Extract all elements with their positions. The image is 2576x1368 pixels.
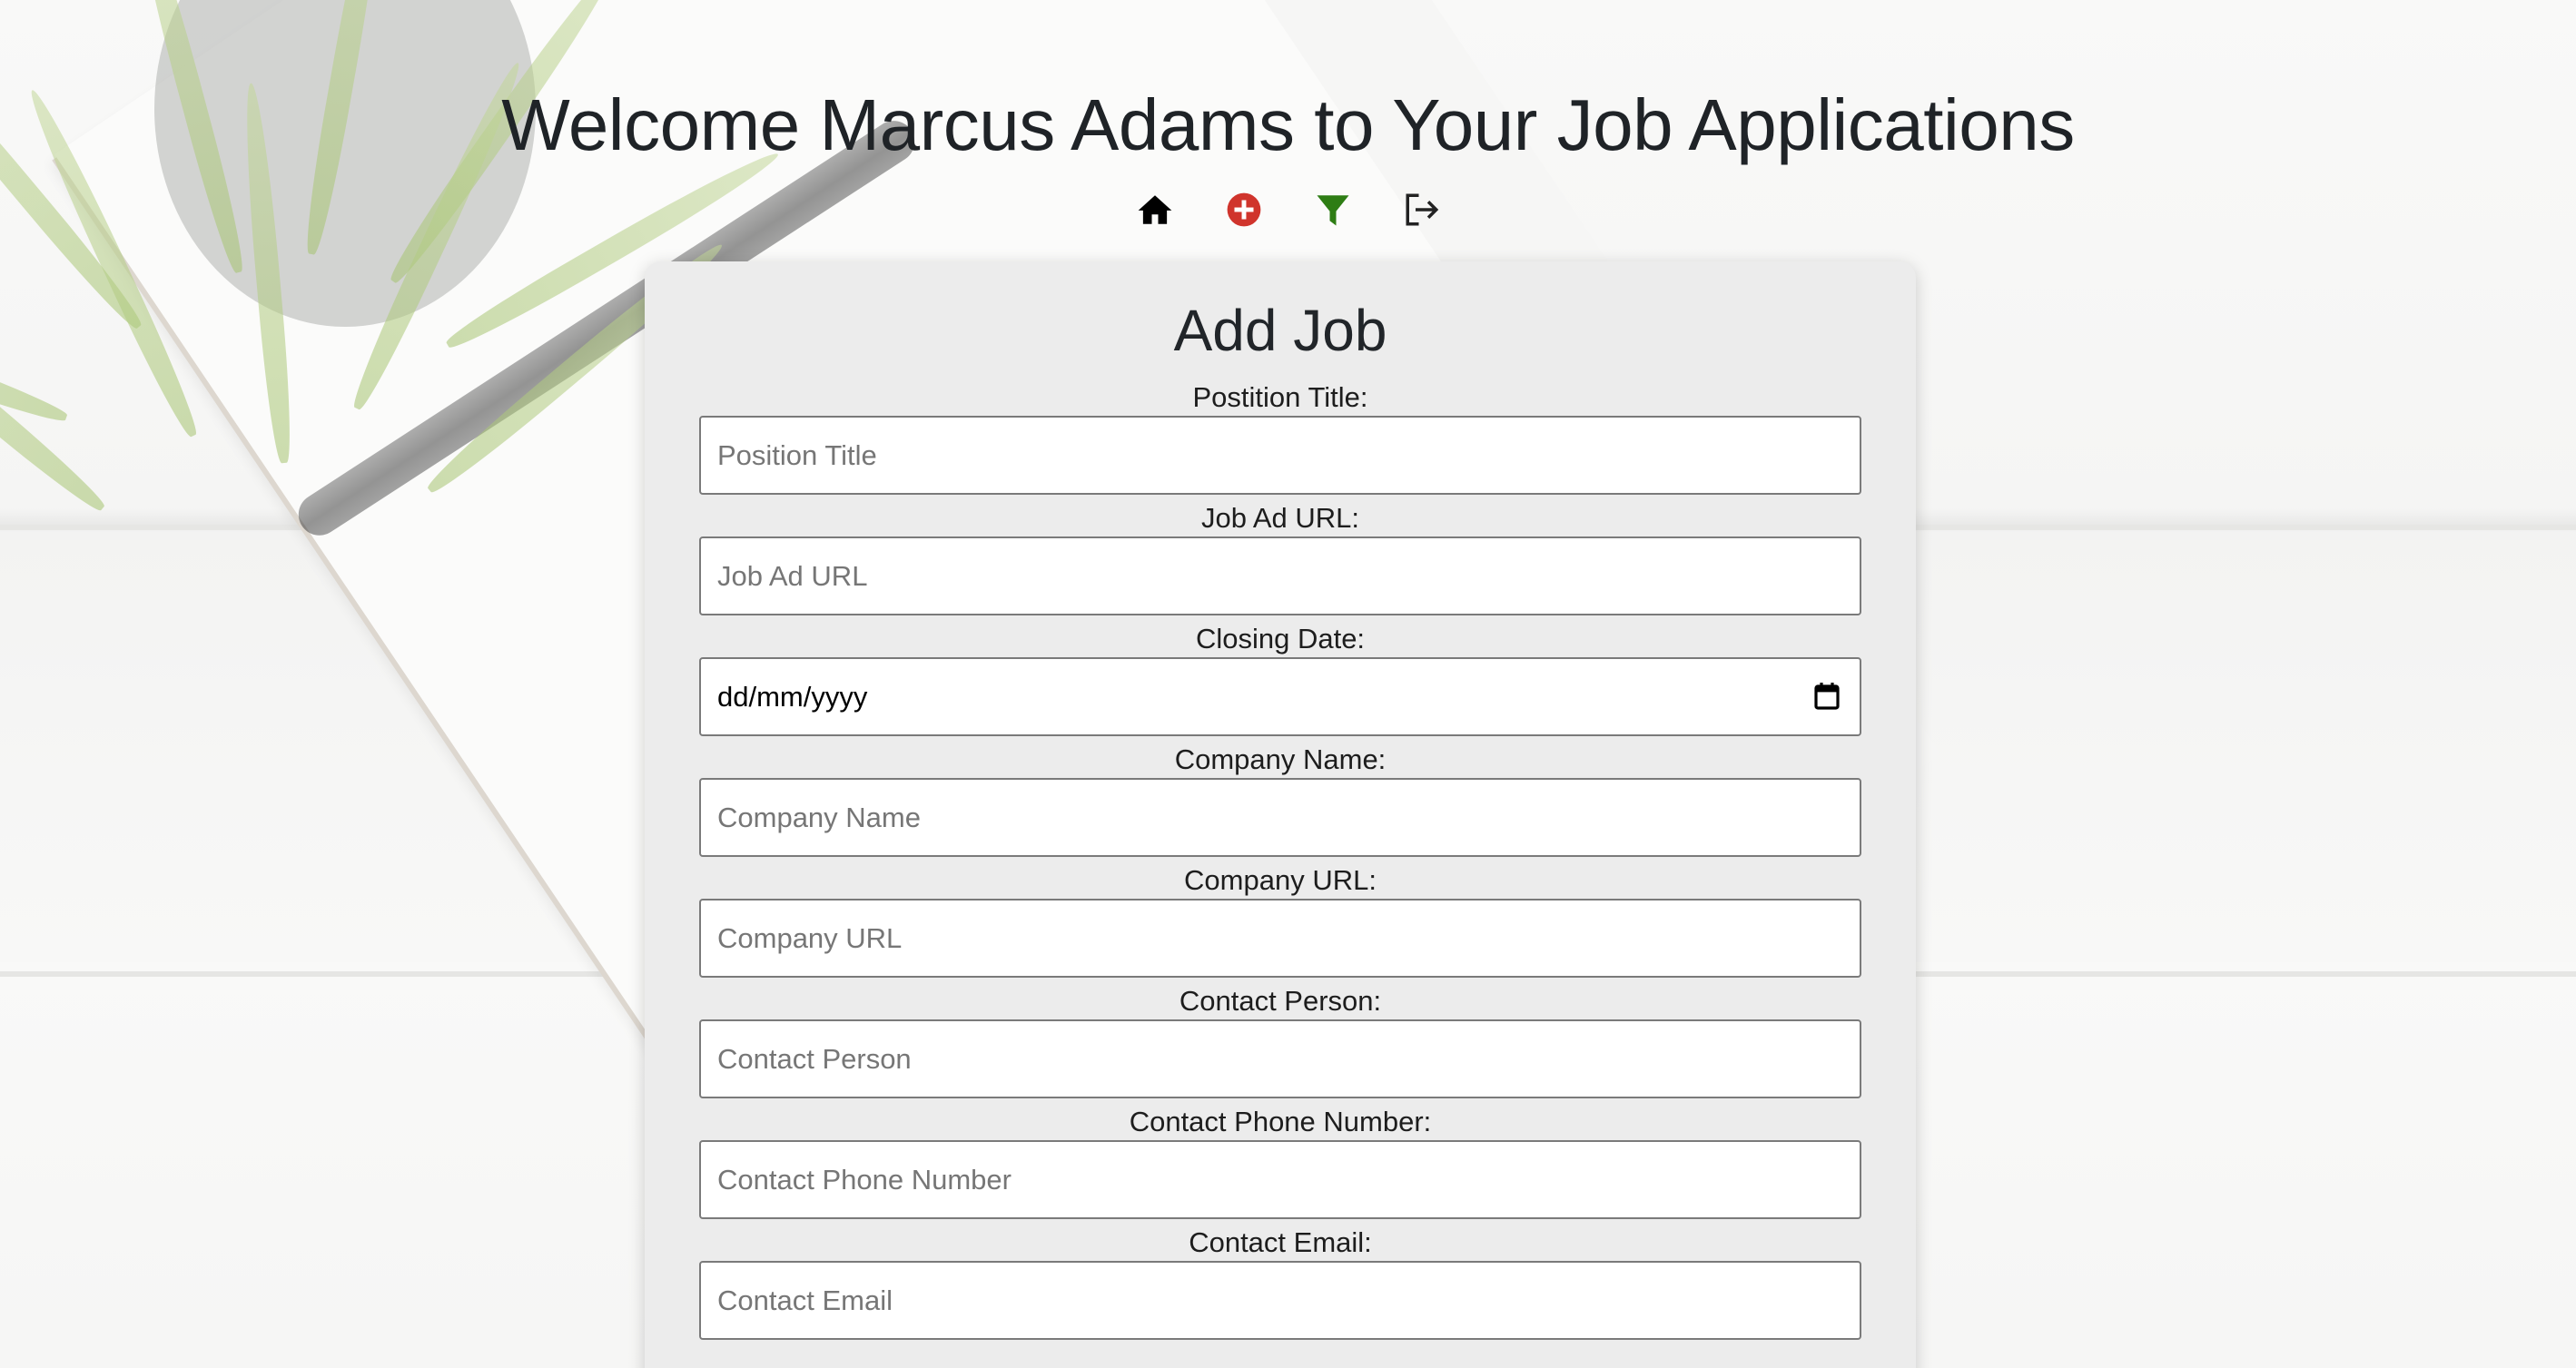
company-name-group: Company Name: [699,736,1861,857]
add-job-card: Add Job Postition Title: Job Ad URL: Clo… [645,261,1916,1368]
company-url-group: Company URL: [699,857,1861,978]
logout-link[interactable] [1403,189,1441,231]
page-title: Welcome Marcus Adams to Your Job Applica… [501,84,2075,165]
job-ad-url-label: Job Ad URL: [1200,502,1360,534]
contact-person-group: Contact Person: [699,978,1861,1098]
closing-date-label: Closing Date: [1195,623,1366,654]
add-job-link[interactable] [1225,189,1263,231]
contact-email-input[interactable] [699,1261,1861,1340]
job-ad-url-input[interactable] [699,536,1861,615]
contact-person-input[interactable] [699,1019,1861,1098]
filter-link[interactable] [1314,189,1352,231]
contact-email-label: Contact Email: [1189,1226,1372,1258]
icon-nav [0,189,2576,231]
company-url-label: Company URL: [1184,864,1377,896]
calendar-icon[interactable] [1814,683,1840,710]
plus-circle-icon [1227,192,1260,227]
contact-email-group: Contact Email: [699,1219,1861,1340]
closing-date-input[interactable] [699,657,1861,736]
position-title-group: Postition Title: [699,359,1861,495]
contact-phone-label: Contact Phone Number: [1129,1106,1432,1137]
home-icon [1138,195,1171,224]
form-title: Add Job [1173,298,1387,363]
closing-date-group: Closing Date: dd/mm/yyyy [699,615,1861,736]
company-name-label: Company Name: [1174,743,1387,775]
company-url-input[interactable] [699,899,1861,978]
position-title-input[interactable] [699,416,1861,495]
contact-person-label: Contact Person: [1179,985,1382,1017]
contact-phone-group: Contact Phone Number: [699,1098,1861,1219]
filter-icon [1317,195,1348,226]
position-title-label: Postition Title: [1192,381,1368,413]
job-ad-url-group: Job Ad URL: [699,495,1861,615]
company-name-input[interactable] [699,778,1861,857]
contact-phone-input[interactable] [699,1140,1861,1219]
logout-icon [1406,193,1438,226]
home-link[interactable] [1136,189,1174,231]
